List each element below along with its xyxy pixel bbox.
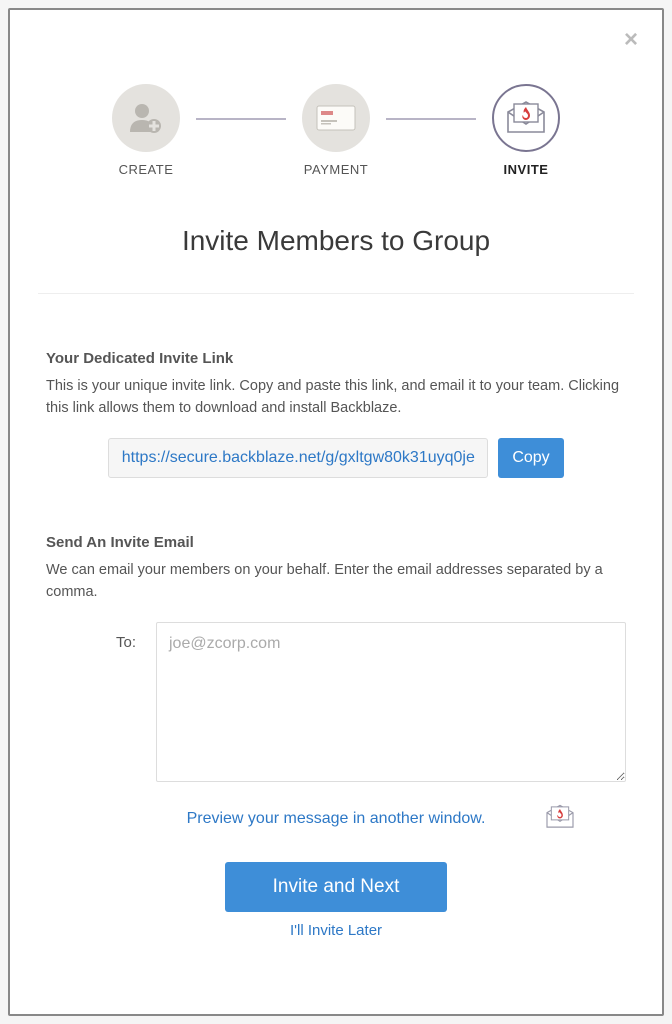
action-buttons: Invite and Next I'll Invite Later — [46, 862, 626, 939]
invite-later-link[interactable]: I'll Invite Later — [46, 922, 626, 939]
to-label: To: — [46, 622, 136, 782]
progress-stepper: CREATE PAYMENT — [46, 84, 626, 177]
invite-link-desc: This is your unique invite link. Copy an… — [46, 375, 626, 420]
send-email-section: Send An Invite Email We can email your m… — [46, 534, 626, 782]
send-email-desc: We can email your members on your behalf… — [46, 559, 626, 604]
invite-link-heading: Your Dedicated Invite Link — [46, 350, 626, 367]
preview-row: Preview your message in another window. — [46, 810, 626, 828]
step-invite-label: INVITE — [504, 162, 549, 177]
page-title: Invite Members to Group — [46, 225, 626, 257]
invite-link-section: Your Dedicated Invite Link This is your … — [46, 350, 626, 478]
person-add-icon — [112, 84, 180, 152]
invite-next-button[interactable]: Invite and Next — [225, 862, 448, 912]
invite-link-input[interactable] — [108, 438, 488, 478]
preview-message-link[interactable]: Preview your message in another window. — [187, 810, 486, 827]
copy-button[interactable]: Copy — [498, 438, 563, 478]
step-payment: PAYMENT — [286, 84, 386, 177]
close-icon[interactable]: × — [624, 28, 638, 52]
step-create-label: CREATE — [119, 162, 174, 177]
invite-modal: × CREATE — [8, 8, 664, 1016]
step-create: CREATE — [96, 84, 196, 177]
credit-card-icon — [302, 84, 370, 152]
step-payment-label: PAYMENT — [304, 162, 368, 177]
step-connector — [386, 118, 476, 120]
envelope-fire-small-icon — [544, 804, 576, 835]
email-addresses-input[interactable] — [156, 622, 626, 782]
divider — [38, 293, 634, 294]
envelope-fire-icon — [492, 84, 560, 152]
step-invite: INVITE — [476, 84, 576, 177]
send-email-heading: Send An Invite Email — [46, 534, 626, 551]
step-connector — [196, 118, 286, 120]
